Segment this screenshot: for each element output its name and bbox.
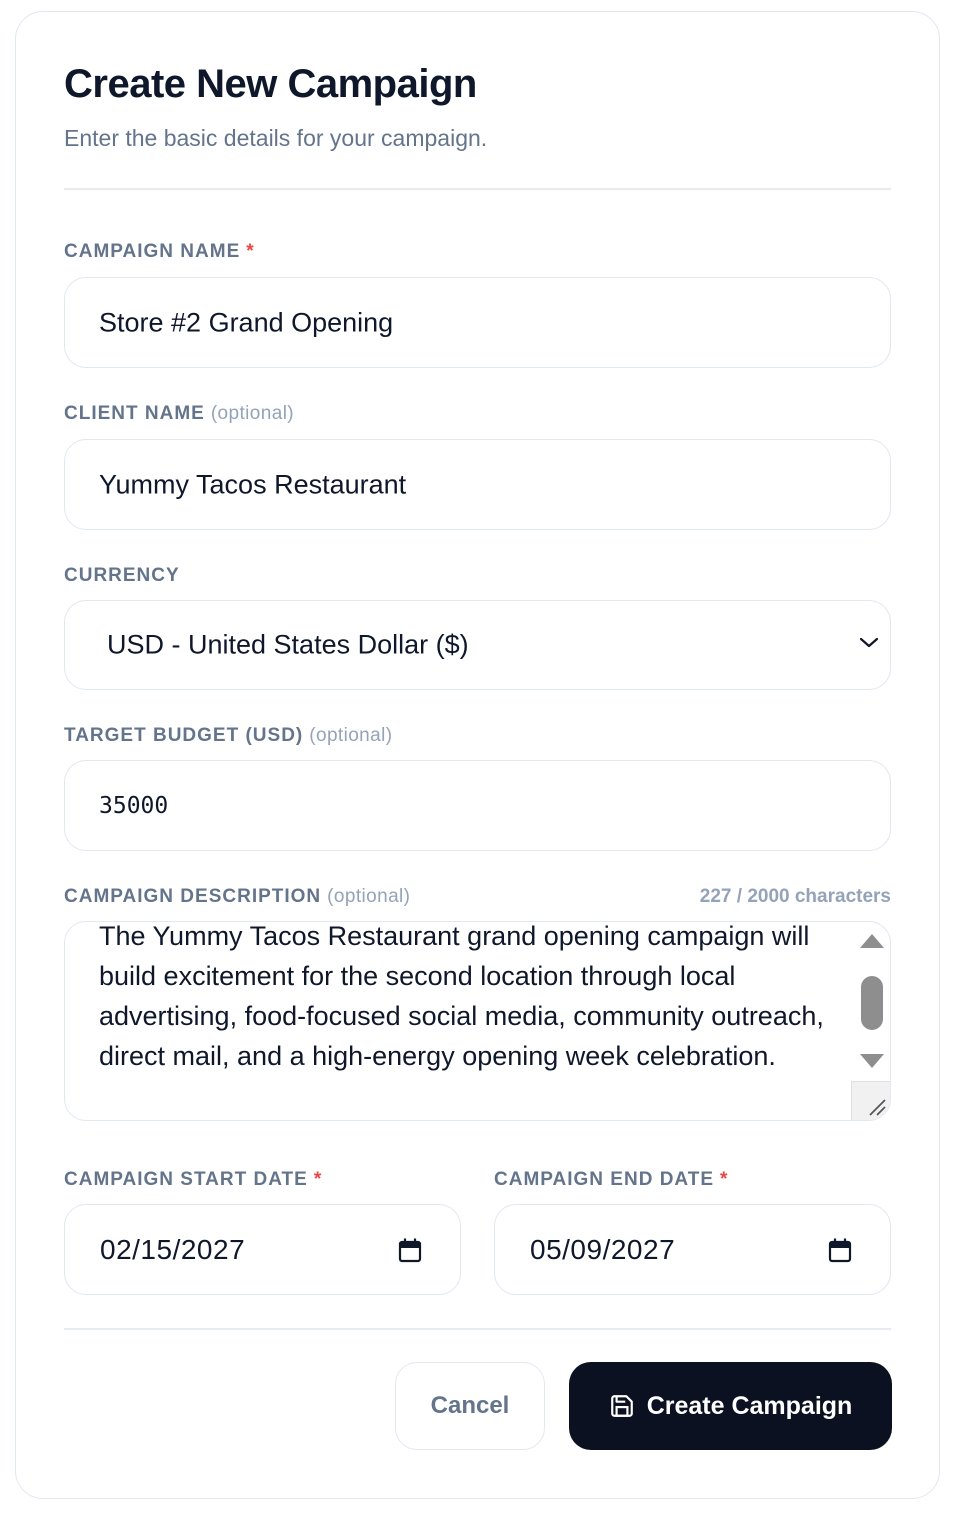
currency-label: CURRENCY: [64, 565, 180, 587]
end-date-label-text: CAMPAIGN END DATE: [494, 1169, 715, 1190]
currency-label-text: CURRENCY: [64, 565, 180, 586]
client-name-input[interactable]: Yummy Tacos Restaurant: [64, 439, 891, 530]
calendar-icon[interactable]: [398, 1237, 422, 1263]
target-budget-input[interactable]: 35000: [64, 760, 891, 851]
create-campaign-label: Create Campaign: [646, 1391, 853, 1420]
page-subtitle: Enter the basic details for your campaig…: [64, 125, 488, 151]
header-divider: [64, 188, 891, 190]
resize-handle[interactable]: [851, 1081, 890, 1120]
optional-hint: (optional): [309, 725, 393, 746]
footer-divider: [64, 1328, 891, 1330]
description-value: The Yummy Tacos Restaurant grand opening…: [99, 921, 824, 1071]
end-date-input[interactable]: 05/09/2027: [494, 1204, 891, 1295]
campaign-name-label: CAMPAIGN NAME *: [64, 241, 255, 263]
currency-select[interactable]: USD - United States Dollar ($): [64, 600, 891, 690]
required-mark: *: [720, 1169, 729, 1190]
start-date-label-text: CAMPAIGN START DATE: [64, 1169, 308, 1190]
currency-selected-value: USD - United States Dollar ($): [107, 629, 469, 660]
save-icon: [610, 1395, 633, 1417]
start-date-value: 02/15/2027: [100, 1233, 246, 1265]
optional-hint: (optional): [210, 403, 295, 424]
chevron-down-icon: [859, 637, 879, 648]
end-date-label: CAMPAIGN END DATE *: [494, 1169, 728, 1191]
cancel-button[interactable]: Cancel: [395, 1362, 545, 1450]
character-counter: 227 / 2000 characters: [699, 886, 891, 907]
description-textarea[interactable]: The Yummy Tacos Restaurant grand opening…: [64, 921, 891, 1121]
start-date-input[interactable]: 02/15/2027: [64, 1204, 461, 1295]
campaign-name-input[interactable]: Store #2 Grand Opening: [64, 277, 891, 368]
page-title: Create New Campaign: [64, 62, 477, 106]
target-budget-label-text: TARGET BUDGET (USD): [64, 725, 304, 746]
campaign-name-label-text: CAMPAIGN NAME: [64, 241, 241, 262]
create-campaign-button[interactable]: Create Campaign: [569, 1362, 892, 1450]
resize-grip-icon: [869, 1099, 886, 1116]
required-mark: *: [313, 1169, 323, 1190]
start-date-label: CAMPAIGN START DATE *: [64, 1169, 322, 1191]
client-name-label-text: CLIENT NAME: [64, 403, 205, 424]
target-budget-value: 35000: [99, 792, 169, 819]
required-mark: *: [246, 241, 255, 262]
calendar-icon[interactable]: [828, 1237, 852, 1263]
target-budget-label: TARGET BUDGET (USD) (optional): [64, 725, 392, 747]
scroll-down-arrow-icon[interactable]: [860, 1054, 884, 1068]
scroll-up-arrow-icon[interactable]: [860, 934, 884, 948]
optional-hint: (optional): [327, 886, 411, 907]
end-date-value: 05/09/2027: [530, 1233, 676, 1265]
description-label-text: CAMPAIGN DESCRIPTION: [64, 886, 322, 907]
scrollbar-thumb[interactable]: [861, 976, 883, 1030]
textarea-scrollbar[interactable]: [852, 922, 890, 1082]
client-name-label: CLIENT NAME (optional): [64, 403, 294, 425]
description-label: CAMPAIGN DESCRIPTION (optional): [64, 886, 410, 908]
client-name-value: Yummy Tacos Restaurant: [99, 469, 407, 499]
campaign-name-value: Store #2 Grand Opening: [99, 307, 394, 337]
